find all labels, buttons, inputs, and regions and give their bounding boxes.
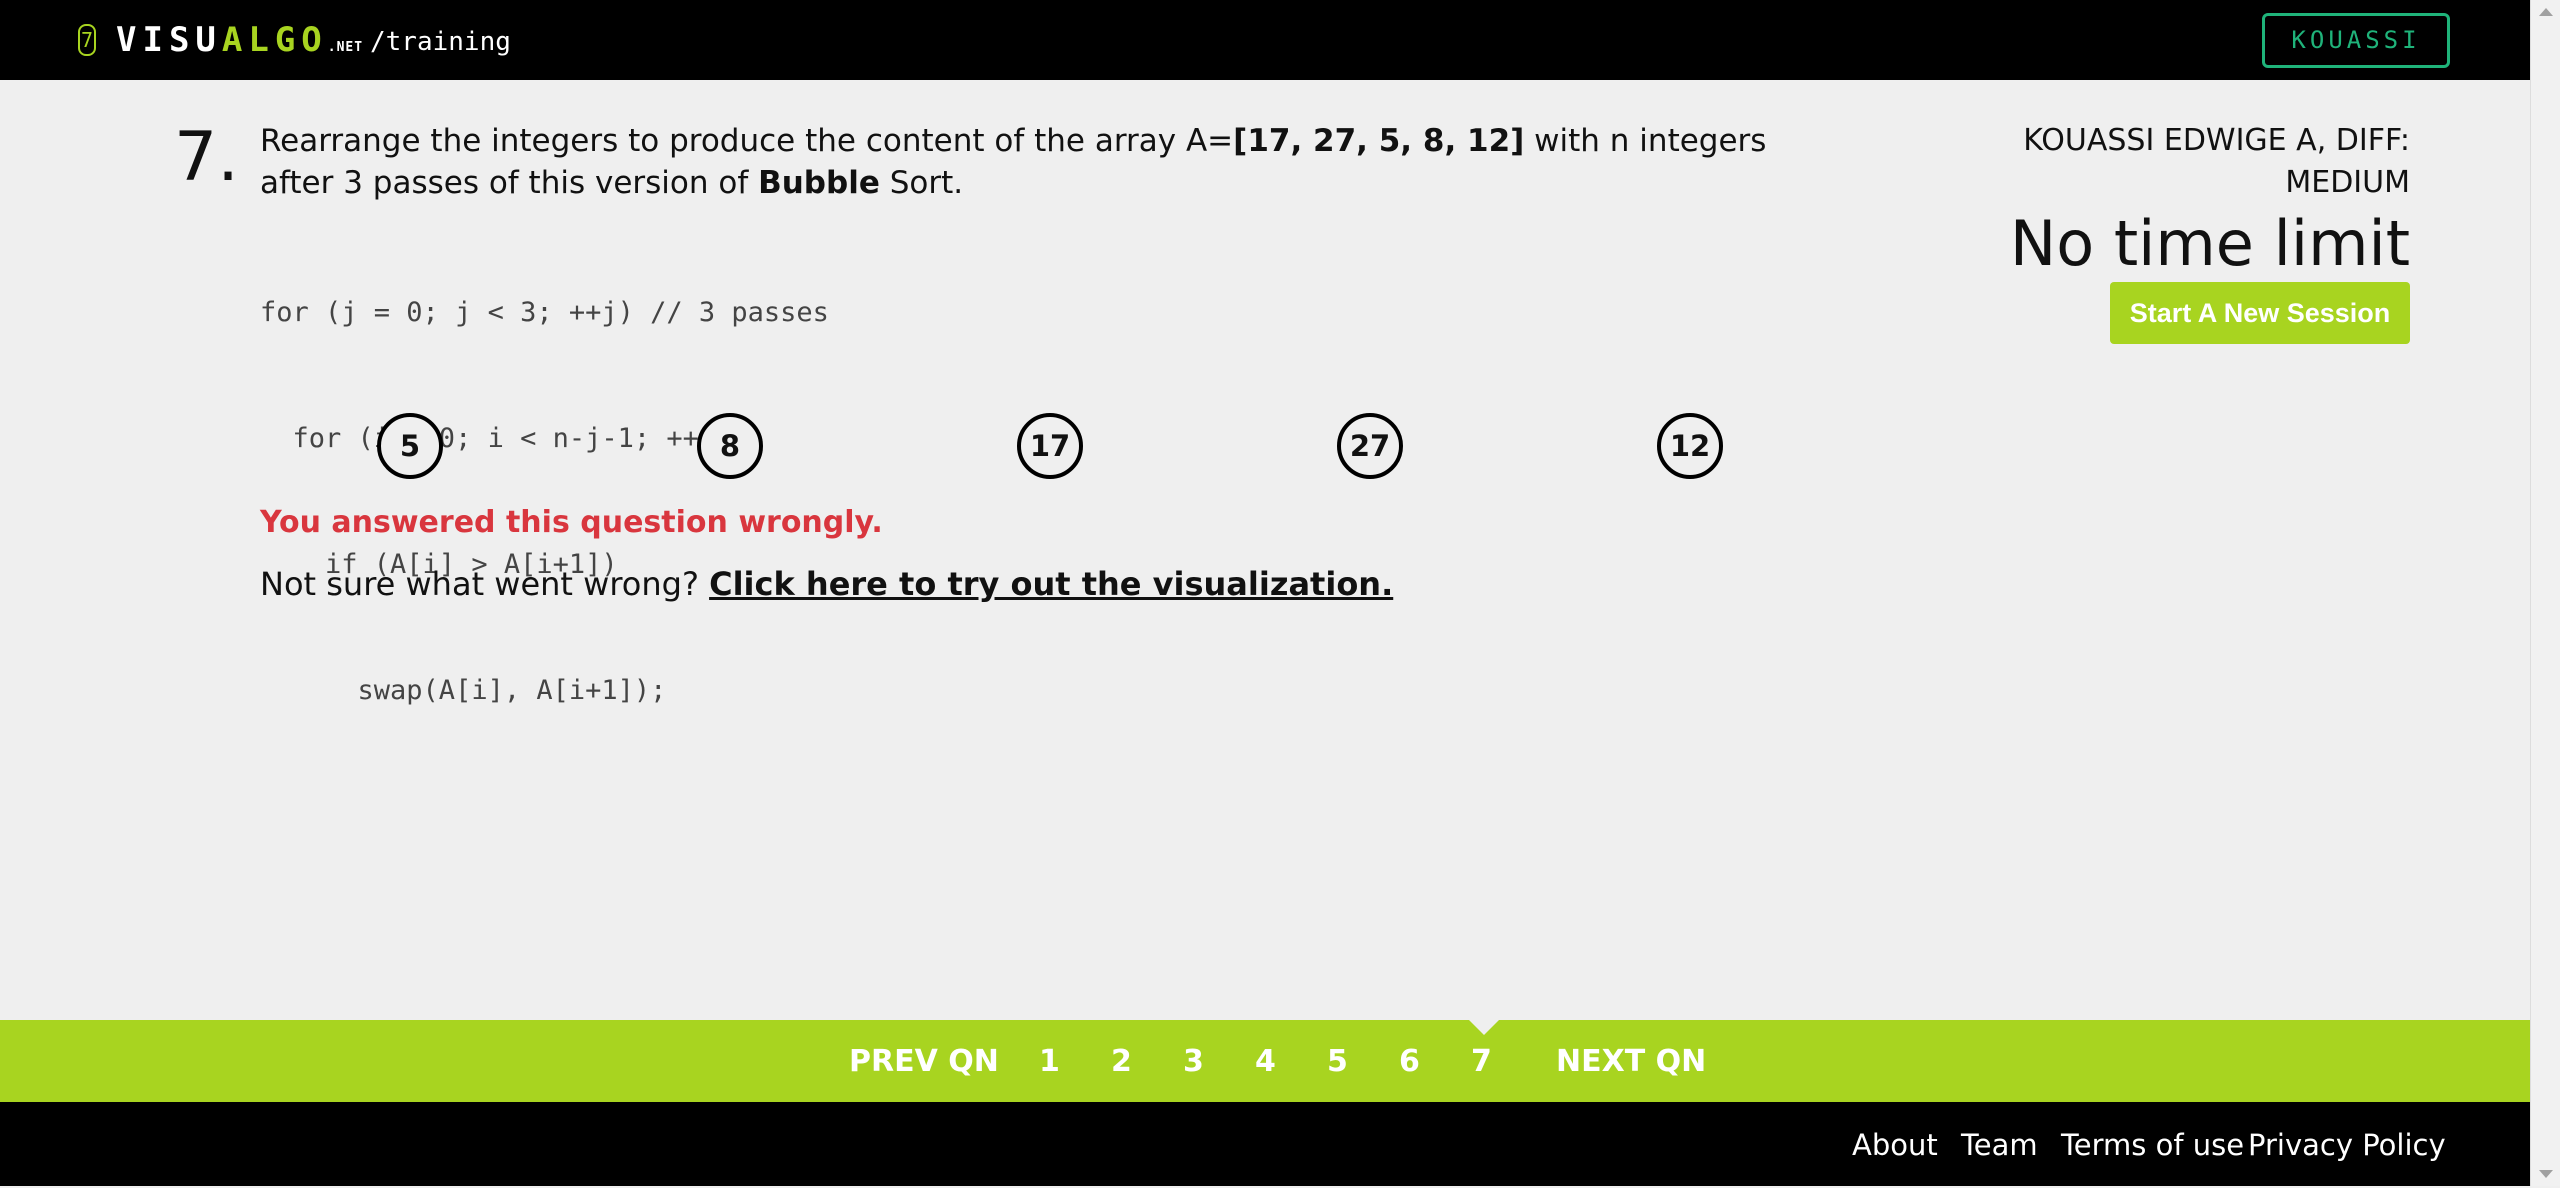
code-line: for (j = 0; j < 3; ++j) // 3 passes bbox=[260, 297, 829, 328]
scroll-up-arrow-icon[interactable] bbox=[2539, 8, 2553, 16]
page-path: /training bbox=[370, 27, 511, 57]
question-link-4[interactable]: 4 bbox=[1255, 1020, 1276, 1102]
footer: About Team Terms of use Privacy Policy bbox=[0, 1102, 2530, 1186]
top-navbar: 7 VISUALGO.NET /training KOUASSI bbox=[0, 0, 2530, 80]
site-logo[interactable]: VISUALGO.NET bbox=[116, 18, 363, 62]
footer-link-privacy[interactable]: Privacy Policy bbox=[2248, 1102, 2446, 1186]
start-new-session-button[interactable]: Start A New Session bbox=[2110, 282, 2410, 344]
code-line: swap(A[i], A[i+1]); bbox=[260, 675, 667, 706]
footer-link-about[interactable]: About bbox=[1852, 1102, 1938, 1186]
question-nav-bar: PREV QN 1 2 3 4 5 6 7 NEXT QN bbox=[0, 1019, 2530, 1102]
user-button[interactable]: KOUASSI bbox=[2262, 13, 2450, 68]
logo-visu-text: VISU bbox=[116, 20, 222, 60]
question-algorithm: Bubble bbox=[758, 165, 880, 201]
question-link-2[interactable]: 2 bbox=[1111, 1020, 1132, 1102]
scroll-down-arrow-icon[interactable] bbox=[2539, 1170, 2553, 1178]
footer-link-team[interactable]: Team bbox=[1961, 1102, 2038, 1186]
question-link-3[interactable]: 3 bbox=[1183, 1020, 1204, 1102]
question-link-1[interactable]: 1 bbox=[1039, 1020, 1060, 1102]
feedback-message: You answered this question wrongly. bbox=[260, 505, 883, 540]
question-number: 7. bbox=[174, 118, 239, 197]
logo-icon[interactable]: 7 bbox=[78, 24, 96, 56]
visualization-link[interactable]: Click here to try out the visualization. bbox=[709, 565, 1393, 603]
question-text-part1: Rearrange the integers to produce the co… bbox=[260, 123, 1234, 159]
time-limit-label: No time limit bbox=[2009, 207, 2410, 280]
answer-node[interactable]: 27 bbox=[1337, 413, 1403, 479]
prev-question-button[interactable]: PREV QN bbox=[849, 1020, 999, 1102]
user-difficulty-label: KOUASSI EDWIGE A, DIFF: MEDIUM bbox=[2023, 123, 2410, 200]
answer-node[interactable]: 12 bbox=[1657, 413, 1723, 479]
question-link-5[interactable]: 5 bbox=[1327, 1020, 1348, 1102]
answer-node[interactable]: 5 bbox=[377, 413, 443, 479]
logo-net-text: .NET bbox=[327, 40, 364, 55]
answer-node[interactable]: 17 bbox=[1017, 413, 1083, 479]
hint-prefix: Not sure what went wrong? bbox=[260, 565, 710, 603]
question-text: Rearrange the integers to produce the co… bbox=[260, 120, 1840, 204]
question-link-6[interactable]: 6 bbox=[1399, 1020, 1420, 1102]
question-text-part3: Sort. bbox=[879, 165, 964, 201]
vertical-scrollbar[interactable] bbox=[2530, 0, 2560, 1186]
footer-link-terms[interactable]: Terms of use bbox=[2061, 1102, 2244, 1186]
pseudocode-block: for (j = 0; j < 3; ++j) // 3 passes for … bbox=[260, 208, 829, 754]
question-link-7[interactable]: 7 bbox=[1471, 1020, 1492, 1102]
logo-algo-text: ALGO bbox=[221, 20, 328, 60]
answer-node[interactable]: 8 bbox=[697, 413, 763, 479]
hint-text: Not sure what went wrong? Click here to … bbox=[260, 563, 1393, 605]
question-array: [17, 27, 5, 8, 12] bbox=[1233, 123, 1525, 159]
next-question-button[interactable]: NEXT QN bbox=[1556, 1020, 1706, 1102]
